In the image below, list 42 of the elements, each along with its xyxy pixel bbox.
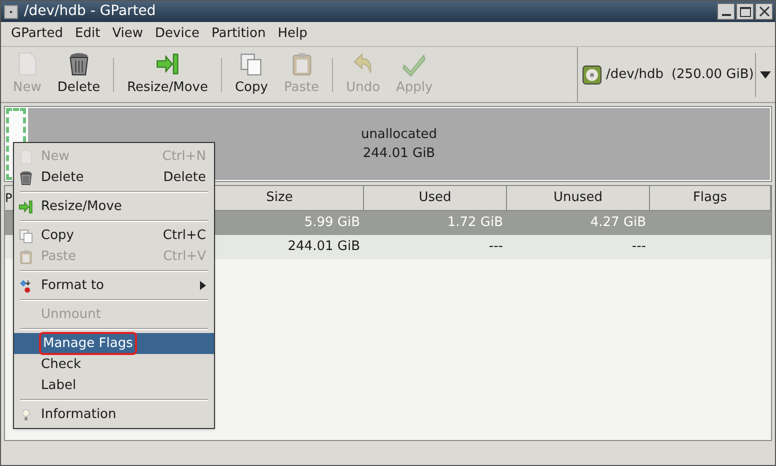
menu-item[interactable]: Edit (69, 24, 106, 44)
toolbar-button[interactable]: Resize/Move (119, 49, 216, 100)
menu-item[interactable]: Manage Flags (14, 333, 214, 354)
partition-label: unallocated (360, 126, 438, 144)
table-cell: 4.27 GiB (590, 215, 646, 230)
menu-item[interactable]: Device (149, 24, 206, 44)
menu-item[interactable]: GParted (5, 24, 69, 44)
toolbar-button[interactable]: Delete (49, 49, 108, 100)
table-cell: 244.01 GiB (288, 239, 360, 254)
menu-item[interactable]: Help (272, 24, 314, 44)
menu-item[interactable]: Check (14, 354, 214, 375)
column-header[interactable]: Unused (553, 188, 603, 208)
menu-item[interactable]: Partition (206, 24, 272, 44)
window-menu-button[interactable] (4, 4, 18, 18)
maximize-button[interactable] (736, 3, 754, 20)
table-cell: --- (488, 239, 503, 254)
clipboard-icon (18, 248, 34, 264)
close-button[interactable] (755, 3, 773, 20)
table-cell: 1.72 GiB (447, 215, 503, 230)
menu-item[interactable]: Label (14, 375, 214, 396)
menu-item[interactable]: Information (14, 404, 214, 425)
column-header[interactable]: Flags (692, 188, 728, 208)
arrow-to-bar-icon (18, 198, 34, 214)
close-icon (758, 6, 770, 17)
toolbar-button[interactable]: Copy (226, 49, 276, 100)
menu-item[interactable]: Format to (14, 275, 214, 296)
trash-can-icon (18, 170, 34, 186)
dropdown-arrow-icon[interactable] (760, 70, 771, 78)
minimize-button[interactable] (717, 3, 735, 20)
table-cell: --- (632, 239, 646, 254)
partition-size: 244.01 GiB (362, 145, 436, 163)
copy-icon (238, 51, 264, 78)
column-header[interactable]: P (5, 189, 12, 207)
column-header[interactable]: Size (266, 188, 293, 208)
table-cell: 5.99 GiB (304, 215, 360, 230)
device-selector[interactable]: /dev/hdb (250.00 GiB) (582, 52, 756, 96)
page-icon (18, 148, 34, 164)
window-title: /dev/hdb - GParted (24, 2, 156, 21)
arrow-to-bar-icon (154, 51, 181, 78)
menu-item[interactable]: View (106, 24, 150, 44)
column-header[interactable]: Used (418, 188, 452, 208)
copy-icon (18, 228, 34, 244)
